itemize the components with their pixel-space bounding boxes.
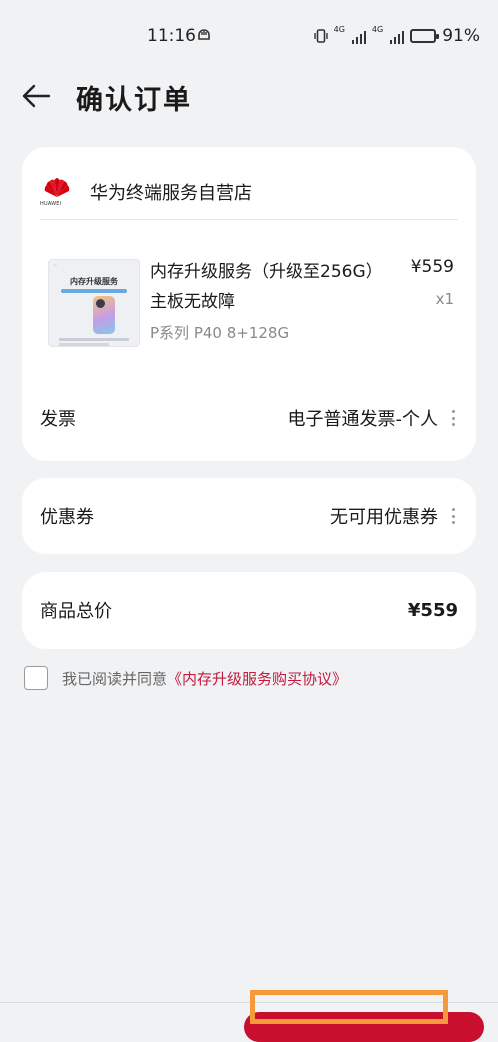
thumbnail-tag	[53, 264, 57, 266]
invoice-value: 电子普通发票-个人	[287, 409, 439, 430]
back-arrow-icon	[22, 84, 51, 108]
more-vertical-icon	[448, 506, 458, 526]
total-value: ¥559	[407, 599, 458, 621]
product-name[interactable]: 内存升级服务（升级至256G）主板无故障	[150, 257, 390, 317]
status-bar: 11:16 4G 4G 91%	[0, 0, 498, 70]
status-time: 11:16	[147, 26, 196, 46]
huawei-logo-icon: HUAWEI	[40, 177, 72, 207]
back-button[interactable]	[18, 78, 54, 114]
divider	[40, 219, 458, 220]
thumbnail-title: 内存升级服务	[70, 277, 118, 286]
system-indicators: 4G 4G 91%	[313, 25, 480, 46]
more-vertical-icon	[448, 408, 458, 428]
highlight-box	[250, 990, 448, 1024]
agreement-prefix: 我已阅读并同意	[62, 669, 168, 688]
network-type: 4G	[333, 25, 345, 34]
signal-icon-sim2	[390, 29, 405, 44]
agreement-row: 我已阅读并同意 《内存升级服务购买协议》	[24, 666, 347, 690]
total-row: 商品总价 ¥559	[22, 590, 476, 630]
network-type-sim2: 4G	[371, 25, 384, 34]
total-label: 商品总价	[40, 601, 112, 622]
product-quantity: x1	[435, 290, 454, 308]
agreement-checkbox[interactable]	[24, 666, 48, 690]
order-item-card: HUAWEI 华为终端服务自营店 内存升级服务 内存升级服务（升级至256G）主…	[22, 147, 476, 461]
total-card: 商品总价 ¥559	[22, 572, 476, 649]
coupon-row[interactable]: 优惠券 无可用优惠券	[22, 496, 476, 536]
store-name: 华为终端服务自营店	[90, 183, 252, 204]
signal-icon-sim1	[351, 29, 366, 44]
agreement-link[interactable]: 《内存升级服务购买协议》	[167, 668, 347, 689]
page-header: 确认订单	[0, 70, 498, 126]
invoice-row[interactable]: 发票 电子普通发票-个人	[22, 398, 476, 438]
product-price: ¥559	[410, 257, 454, 277]
battery-icon	[410, 29, 440, 43]
product-spec: P系列 P40 8+128G	[150, 324, 290, 342]
thumbnail-caption-2	[59, 343, 109, 346]
app-notification-icon	[198, 29, 210, 40]
battery-percent: 91%	[442, 26, 480, 46]
store-row[interactable]: HUAWEI 华为终端服务自营店	[40, 167, 442, 217]
thumbnail-banner	[61, 289, 127, 293]
vibrate-icon	[313, 29, 328, 43]
coupon-value: 无可用优惠券	[330, 507, 438, 528]
coupon-card: 优惠券 无可用优惠券	[22, 478, 476, 554]
brand-wordmark: HUAWEI	[40, 201, 62, 207]
page-title: 确认订单	[76, 85, 192, 116]
phone-image	[93, 296, 115, 334]
thumbnail-caption	[59, 338, 129, 341]
coupon-label: 优惠券	[40, 507, 94, 528]
invoice-label: 发票	[40, 409, 76, 430]
product-thumbnail[interactable]: 内存升级服务	[48, 259, 140, 347]
